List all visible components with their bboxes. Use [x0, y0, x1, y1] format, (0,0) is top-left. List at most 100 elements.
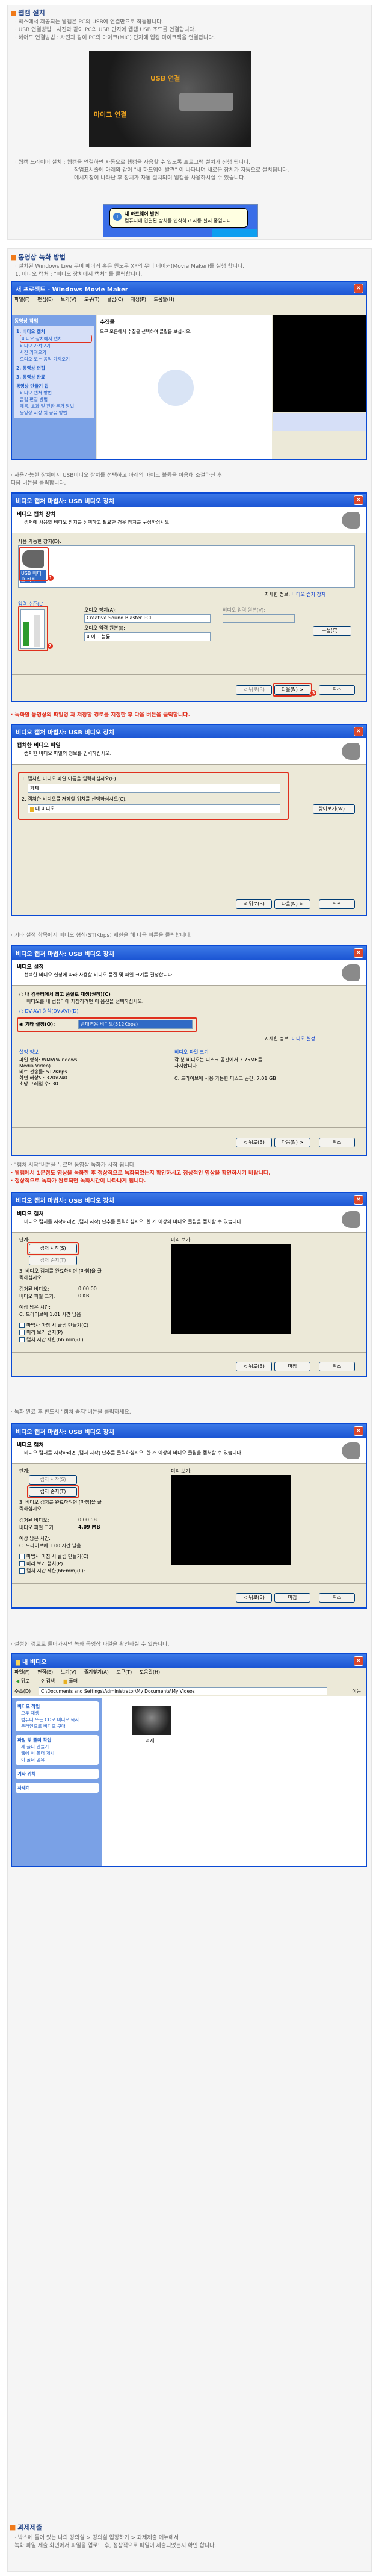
tip-link[interactable]: 비디오 캡처 방법 — [20, 390, 92, 396]
task-link[interactable]: 온라인으로 비디오 구매 — [21, 1723, 97, 1730]
other-places-section[interactable]: 기타 위치 — [16, 1769, 99, 1779]
import-pictures-link[interactable]: 사진 가져오기 — [20, 349, 92, 356]
close-icon[interactable]: × — [354, 727, 363, 736]
configure-button[interactable]: 구성(C)... — [313, 626, 351, 636]
checkbox-time-limit[interactable]: 캡처 시간 제한(hh:mm)(L): — [19, 1568, 85, 1574]
tip-link[interactable]: 클립 편집 방법 — [20, 396, 92, 403]
close-icon[interactable]: × — [354, 495, 363, 505]
close-icon[interactable]: × — [354, 284, 363, 293]
task-link[interactable]: 웹에 이 폴더 게시 — [21, 1750, 97, 1757]
camera-icon — [342, 512, 360, 529]
save-folder-select[interactable]: ▆ 내 비디오 — [28, 804, 280, 813]
import-video-link[interactable]: 비디오 가져오기 — [20, 343, 92, 349]
disk-space-text: C: 드라이브에 사용 가능한 디스크 공간: 7.01 GB — [174, 1076, 276, 1081]
video-thumbnail[interactable] — [132, 1706, 171, 1735]
explorer-task-pane: 비디오 작업 모두 재생 컴퓨터 또는 CD로 비디오 복사 온라인으로 비디오… — [12, 1698, 102, 1866]
menu-play[interactable]: 재생(P) — [131, 297, 146, 302]
section-title-install: ■ 웹캠 설치 — [10, 9, 45, 17]
back-button[interactable]: < 뒤로(B) — [236, 1593, 272, 1603]
details-section[interactable]: 자세히 — [16, 1783, 99, 1793]
menu-clip[interactable]: 클립(C) — [107, 297, 123, 302]
back-button[interactable]: < 뒤로(B) — [236, 899, 272, 909]
toolbar: ◀ 뒤로 ⚲ 검색 ▆ 폴더 — [12, 1676, 366, 1687]
cancel-button[interactable]: 취소 — [319, 1593, 355, 1603]
setting-details: 파일 형식: WMV(Windows Media Video) 비트 전송률: … — [19, 1057, 78, 1087]
taskbar-notification: i 새 하드웨어 발견 컴퓨터에 연결된 장치를 인식하고 자동 실치 중입니다… — [103, 204, 258, 237]
back-button[interactable]: < 뒤로(B) — [236, 1138, 272, 1147]
menu-edit[interactable]: 편집(E) — [37, 1669, 53, 1675]
finish-button[interactable]: 마침 — [274, 1593, 310, 1603]
radio-best-quality[interactable]: ○ 내 컴퓨터에서 최고 품질로 재생(권장)(C) — [19, 991, 111, 998]
task-link[interactable]: 컴퓨터 또는 CD로 비디오 복사 — [21, 1716, 97, 1723]
task-link[interactable]: 모두 재생 — [21, 1710, 97, 1716]
checkbox-icon — [19, 1568, 25, 1574]
browse-button[interactable]: 찾아보기(W)... — [313, 804, 355, 814]
section-title-submit: ■ 과제제출 — [10, 2524, 42, 2531]
explorer-instructions: · 설정한 경로로 들어가시면 녹화 동영상 파일을 확인하실 수 있습니다. — [11, 1642, 170, 1648]
cancel-button[interactable]: 취소 — [319, 899, 355, 909]
next-button[interactable]: 다음(N) > — [274, 899, 310, 909]
task-link[interactable]: 이 폴더 공유 — [21, 1757, 97, 1763]
search-button[interactable]: ⚲ 검색 — [41, 1678, 55, 1684]
radio-dv-avi[interactable]: ○ DV-AVI 형식(DV-AVI)(D) — [19, 1008, 79, 1014]
menu-view[interactable]: 보기(V) — [61, 1669, 76, 1675]
file-name-input[interactable]: 과제 — [28, 784, 280, 793]
info-icon: i — [113, 213, 122, 221]
file-size-value: 4.09 MB — [78, 1524, 100, 1530]
radio-icon: ○ — [19, 992, 23, 997]
back-button[interactable]: < 뒤로(B) — [236, 1362, 272, 1371]
wizard1-instructions: · 사용가능한 장치에서 USB비디오 장치를 선택하고 아래의 마이크 볼륨을… — [11, 473, 222, 486]
finish-button[interactable]: 마침 — [274, 1362, 310, 1371]
checkbox-preview[interactable]: 미리 보기 캡처(P) — [19, 1329, 63, 1336]
go-button[interactable]: 이동 — [352, 1688, 361, 1695]
menu-help[interactable]: 도움말(H) — [140, 1669, 160, 1675]
help-link-capture-device[interactable]: 비디오 캡처 장치 — [292, 592, 326, 597]
back-button[interactable]: < 뒤로(B) — [236, 685, 272, 695]
next-button[interactable]: 다음(N) > — [274, 1138, 310, 1147]
tip-link[interactable]: 제목, 효과 및 전환 추가 방법 — [20, 403, 92, 409]
menu-view[interactable]: 보기(V) — [61, 297, 76, 302]
menu-tools[interactable]: 도구(T) — [84, 297, 100, 302]
video-file-name[interactable]: 과제 — [146, 1737, 155, 1744]
menu-edit[interactable]: 편집(E) — [37, 297, 53, 302]
other-settings-select[interactable]: 광대역용 비디오(512Kbps) — [78, 1020, 193, 1029]
edit-movie-section[interactable]: 2. 동영상 편집 — [16, 365, 92, 371]
cancel-button[interactable]: 취소 — [319, 1362, 355, 1371]
film-reel-icon — [158, 370, 194, 406]
start-capture-button[interactable]: 캡처 시작(S) — [29, 1475, 77, 1485]
radio-other-settings[interactable]: ◉ 기타 설정(O): — [19, 1021, 55, 1028]
help-link-video-settings[interactable]: 비디오 설정 — [292, 1036, 315, 1041]
radio-icon: ○ — [19, 1008, 23, 1014]
cancel-button[interactable]: 취소 — [319, 685, 355, 695]
audio-input-select[interactable]: 마이크 볼륨 — [84, 632, 211, 641]
checkbox-icon — [19, 1330, 25, 1335]
checkbox-icon — [19, 1554, 25, 1559]
checkbox-preview[interactable]: 미리 보기 캡처(P) — [19, 1560, 63, 1567]
menu-file[interactable]: 파일(F) — [14, 1669, 30, 1675]
capture-preview — [171, 1244, 291, 1334]
close-icon[interactable]: × — [354, 1195, 363, 1205]
tip-link[interactable]: 동영상 저장 및 공유 방법 — [20, 409, 92, 416]
device-list[interactable]: USB 비디오 장치 1 — [18, 545, 355, 588]
folders-button[interactable]: ▆ 폴더 — [64, 1678, 78, 1684]
menu-favorites[interactable]: 즐겨찾기(A) — [84, 1669, 109, 1675]
address-input[interactable]: C:\Documents and Settings\Administrator\… — [39, 1687, 327, 1695]
import-audio-link[interactable]: 오디오 또는 음악 가져오기 — [20, 356, 92, 362]
checkbox-create-clips[interactable]: 마법사 마침 시 클립 만들기(C) — [19, 1553, 88, 1560]
checkbox-create-clips[interactable]: 마법사 마침 시 클립 만들기(C) — [19, 1322, 88, 1329]
stop-capture-button[interactable]: 캡처 중지(T) — [29, 1256, 77, 1265]
close-icon[interactable]: × — [354, 948, 363, 958]
finish-movie-section[interactable]: 3. 동영상 완료 — [16, 374, 92, 380]
back-nav-button[interactable]: ◀ 뒤로 — [16, 1678, 29, 1684]
cancel-button[interactable]: 취소 — [319, 1138, 355, 1147]
close-icon[interactable]: × — [354, 1656, 363, 1666]
task-link[interactable]: 새 폴더 만들기 — [21, 1743, 97, 1750]
collection-pane: 수집물 도구 모음에서 수집을 선택하여 클립을 보십시오. — [97, 315, 272, 459]
checkbox-time-limit[interactable]: 캡처 시간 제한(hh:mm)(L): — [19, 1336, 85, 1343]
capture-from-device-link[interactable]: 비디오 장치에서 캡처 — [20, 335, 92, 343]
menu-tools[interactable]: 도구(T) — [116, 1669, 132, 1675]
menu-help[interactable]: 도움말(H) — [154, 297, 174, 302]
audio-device-select[interactable]: Creative Sound Blaster PCI — [84, 614, 211, 623]
close-icon[interactable]: × — [354, 1426, 363, 1436]
menu-file[interactable]: 파일(F) — [14, 297, 30, 302]
